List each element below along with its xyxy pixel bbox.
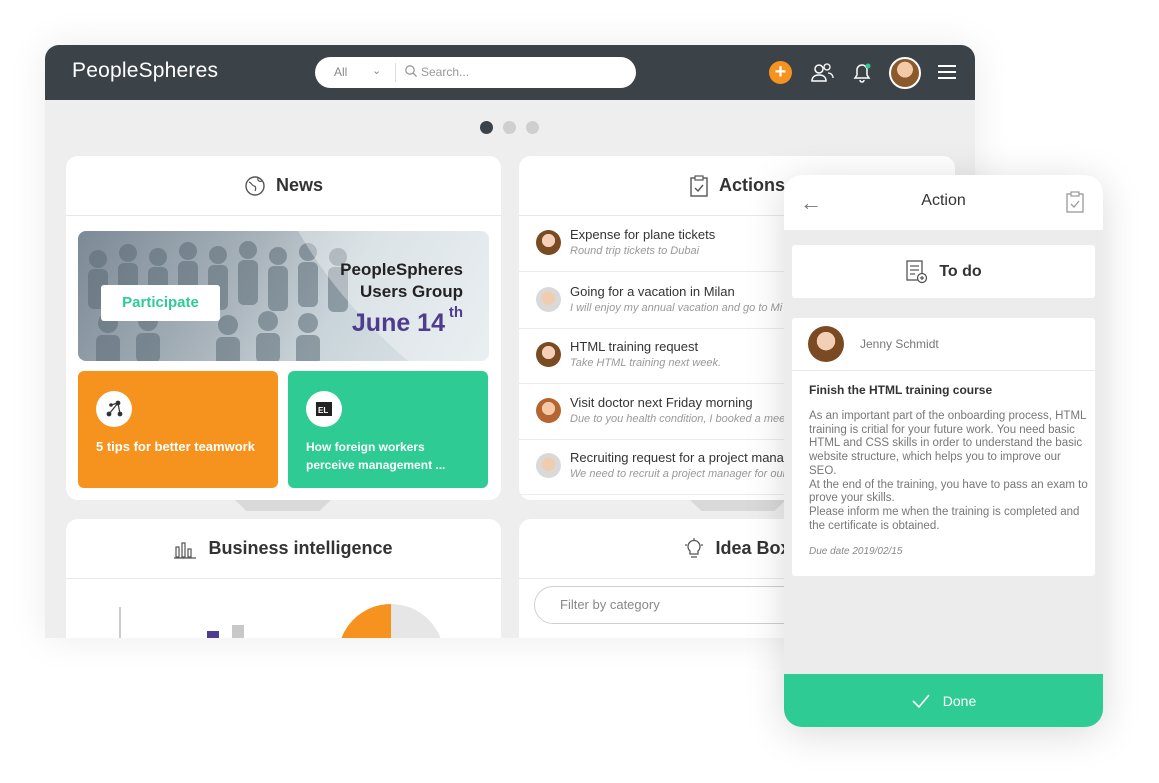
users-icon[interactable] (809, 60, 835, 86)
bar-chart-icon (174, 541, 197, 559)
carousel-dot-3[interactable] (526, 121, 539, 134)
bi-header: Business intelligence (66, 519, 501, 579)
app-logo[interactable]: PeopleSpheres (72, 59, 218, 83)
action-title: Recruiting request for a project manag (570, 450, 792, 465)
globe-icon (245, 175, 265, 196)
action-body: As an important part of the onboarding p… (809, 410, 1088, 532)
banner-subtitle: Users Group (360, 282, 463, 301)
due-date: Due date 2019/02/15 (809, 546, 903, 557)
news-title: News (275, 175, 324, 195)
mobile-action-panel: ← Action To do Jenny Schmidt Finish the … (784, 175, 1103, 727)
news-tile-teamwork[interactable]: 5 tips for better teamwork (78, 371, 278, 488)
search-input[interactable] (421, 65, 621, 79)
tile-label: 5 tips for better teamwork (96, 439, 255, 454)
carousel-dot-2[interactable] (503, 121, 516, 134)
business-intelligence-card: Business intelligence (66, 519, 501, 638)
mobile-title: Action (921, 192, 966, 209)
el-logo-icon: EL (306, 391, 342, 427)
network-icon (96, 391, 132, 427)
action-subtitle: Round trip tickets to Dubai (570, 245, 700, 257)
avatar (808, 326, 844, 362)
carousel-dots (480, 121, 539, 134)
action-title: HTML training request (570, 339, 699, 354)
bell-icon[interactable] (849, 60, 875, 86)
user-name: Jenny Schmidt (860, 337, 939, 351)
bi-title: Business intelligence (208, 538, 393, 558)
done-label: Done (942, 692, 977, 709)
actions-title: Actions (718, 175, 785, 195)
news-banner[interactable]: Participate PeopleSpheres Users Group Ju… (78, 231, 489, 361)
action-title: Going for a vacation in Milan (570, 284, 735, 299)
avatar (536, 287, 561, 312)
avatar (536, 230, 561, 255)
action-subtitle: Due to you health condition, I booked a … (570, 413, 786, 425)
action-subtitle: I will enjoy my annual vacation and go t… (570, 302, 783, 314)
carousel-dot-1[interactable] (480, 121, 493, 134)
news-header: News (66, 156, 501, 216)
action-detail-card: Jenny Schmidt Finish the HTML training c… (792, 318, 1095, 576)
svg-text:EL: EL (318, 406, 328, 415)
banner-date: June 14 (351, 309, 445, 337)
menu-icon[interactable] (938, 65, 956, 79)
check-icon (912, 693, 930, 708)
search-bar: All ⌄ (315, 57, 636, 88)
done-button[interactable]: Done (784, 674, 1103, 727)
clipboard-icon (690, 174, 708, 197)
chevron-down-icon[interactable]: ⌄ (372, 64, 381, 77)
avatar (536, 398, 561, 423)
participate-button[interactable]: Participate (101, 285, 220, 321)
avatar (536, 342, 561, 367)
task-list-icon (906, 259, 928, 283)
banner-title: PeopleSpheres (340, 260, 463, 279)
clipboard-icon[interactable] (1066, 191, 1084, 213)
mobile-header: ← Action (784, 175, 1103, 230)
status-todo[interactable]: To do (792, 245, 1095, 298)
action-title: Expense for plane tickets (570, 227, 716, 242)
idea-title: Idea Box (715, 538, 791, 558)
user-avatar[interactable] (889, 57, 921, 89)
action-subtitle: We need to recruit a project manager for… (570, 468, 787, 480)
news-expand-handle[interactable] (235, 500, 331, 511)
search-separator (395, 63, 396, 82)
news-card: News Participate PeopleSpheres Users Gro… (66, 156, 501, 500)
actions-expand-handle[interactable] (690, 500, 786, 511)
avatar (536, 453, 561, 478)
lightbulb-icon (685, 537, 704, 558)
bi-chart-preview (119, 604, 441, 638)
action-subtitle: Take HTML training next week. (570, 357, 722, 369)
search-icon (405, 65, 417, 77)
status-label: To do (939, 262, 982, 280)
action-subject: Finish the HTML training course (809, 383, 993, 397)
banner-date-suffix: th (448, 304, 463, 321)
divider (792, 370, 1095, 371)
action-title: Visit doctor next Friday morning (570, 395, 753, 410)
add-button[interactable]: + (769, 61, 792, 84)
search-filter-select[interactable]: All (334, 65, 347, 79)
news-tile-foreign-workers[interactable]: EL How foreign workers perceive manageme… (288, 371, 488, 488)
top-bar: PeopleSpheres All ⌄ + (45, 45, 975, 100)
tile-label: How foreign workers perceive management … (306, 440, 446, 472)
stage: PeopleSpheres All ⌄ + News (0, 0, 1159, 783)
